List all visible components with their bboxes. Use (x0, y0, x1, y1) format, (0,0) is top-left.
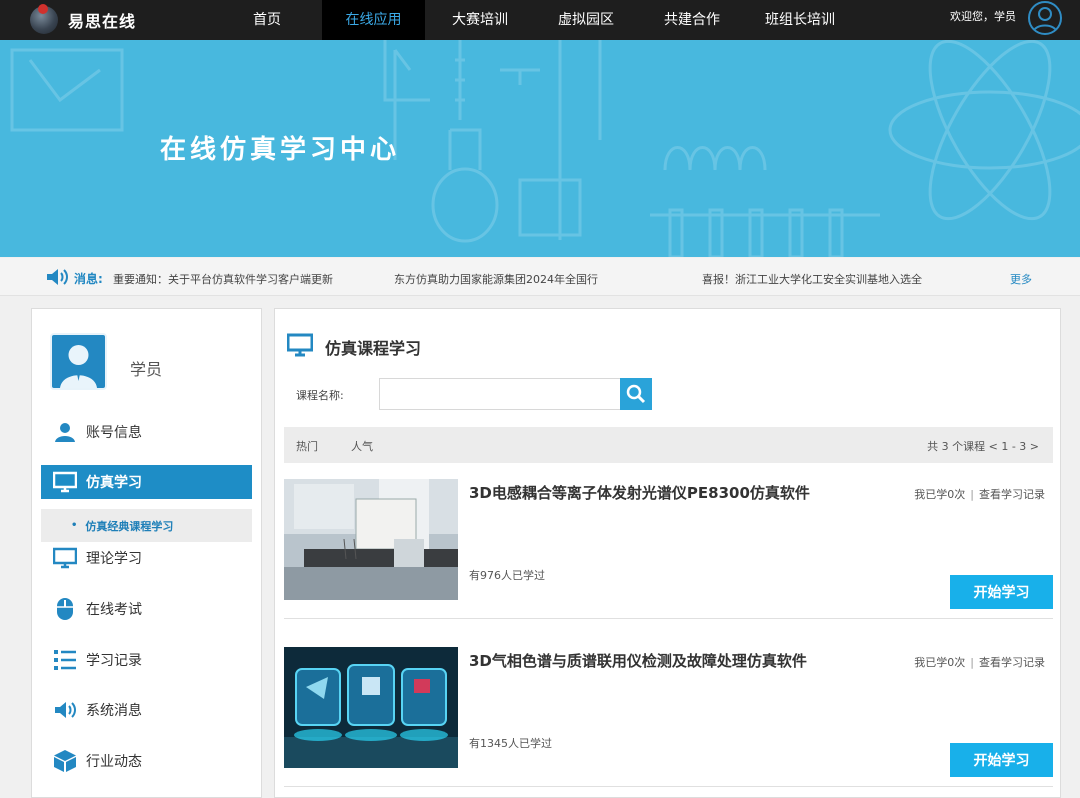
section-title: 仿真课程学习 (325, 339, 422, 358)
speaker-icon (52, 697, 78, 723)
meta-separator: | (970, 656, 974, 669)
start-learning-button[interactable]: 开始学习 (950, 743, 1053, 777)
course-search-input[interactable] (379, 378, 621, 410)
list-icon (52, 647, 78, 673)
welcome-text: 欢迎您，学员 (950, 10, 1016, 23)
monitor-icon (52, 469, 78, 495)
user-avatar-icon[interactable] (1028, 1, 1062, 35)
notice-label: 消息: (74, 272, 103, 286)
sidebar-user-name: 学员 (130, 360, 163, 379)
sidebar: 学员 账号信息 仿真学习 • 仿真经典课程学习 理论学习 在线考试 学习记录 系… (31, 308, 262, 798)
sidebar-item-label: 行业动态 (86, 754, 142, 770)
course-thumbnail[interactable] (284, 647, 458, 768)
main-content: 仿真课程学习 课程名称: 热门 人气 共 3 个课程 < 1 - 3 > 3D电… (274, 308, 1061, 798)
site-logo[interactable]: 易思在线 (30, 4, 136, 36)
cube-icon (52, 748, 78, 774)
sidebar-item-system-messages[interactable]: 系统消息 (41, 693, 252, 727)
user-avatar (50, 333, 107, 390)
course-meta: 我已学0次 | 查看学习记录 (914, 654, 1045, 670)
search-button[interactable] (620, 378, 652, 410)
meta-separator: | (970, 488, 974, 501)
nav-home[interactable]: 首页 (232, 0, 302, 40)
view-records-link[interactable]: 查看学习记录 (979, 488, 1045, 501)
sidebar-item-label: 理论学习 (86, 551, 142, 567)
logo-text: 易思在线 (68, 12, 137, 31)
notice-item[interactable]: 喜报！浙江工业大学化工安全实训基地入选全 (702, 271, 922, 287)
study-count-label: 我已学0次 (914, 656, 966, 669)
sidebar-item-label: 仿真学习 (86, 475, 142, 491)
pagination[interactable]: 共 3 个课程 < 1 - 3 > (927, 438, 1039, 454)
course-title[interactable]: 3D气相色谱与质谱联用仪检测及故障处理仿真软件 (469, 650, 807, 671)
course-thumbnail[interactable] (284, 479, 458, 600)
sidebar-item-industry-news[interactable]: 行业动态 (41, 744, 252, 778)
filter-bar: 热门 人气 共 3 个课程 < 1 - 3 > (284, 427, 1053, 463)
banner-title: 在线仿真学习中心 (160, 135, 401, 165)
section-header: 仿真课程学习 (286, 333, 422, 361)
nav-team-leader-training[interactable]: 班组长培训 (758, 0, 842, 40)
sidebar-subitem-label: 仿真经典课程学习 (85, 519, 174, 533)
user-icon (52, 419, 78, 445)
sidebar-item-simulation-learning[interactable]: 仿真学习 (41, 465, 252, 499)
nav-virtual-park[interactable]: 虚拟园区 (546, 0, 626, 40)
learner-count: 有976人已学过 (469, 569, 545, 582)
sidebar-item-label: 学习记录 (86, 653, 142, 669)
sidebar-item-label: 在线考试 (86, 602, 142, 618)
filter-tab-popular[interactable]: 人气 (351, 438, 373, 454)
learner-count: 有1345人已学过 (469, 737, 552, 750)
hero-banner: 在线仿真学习中心 (0, 40, 1080, 257)
nav-cooperation[interactable]: 共建合作 (652, 0, 732, 40)
monitor-icon (52, 545, 78, 571)
sidebar-item-label: 账号信息 (86, 425, 142, 441)
sidebar-item-account-info[interactable]: 账号信息 (41, 415, 252, 449)
sidebar-item-learning-records[interactable]: 学习记录 (41, 643, 252, 677)
start-learning-button[interactable]: 开始学习 (950, 575, 1053, 609)
nav-online-apps[interactable]: 在线应用 (322, 0, 425, 40)
notice-item[interactable]: 东方仿真助力国家能源集团2024年全国行 (394, 271, 598, 287)
course-card: 3D电感耦合等离子体发射光谱仪PE8300仿真软件 我已学0次 | 查看学习记录 有… (284, 479, 1053, 619)
course-title[interactable]: 3D电感耦合等离子体发射光谱仪PE8300仿真软件 (469, 482, 810, 503)
search-icon (626, 384, 646, 404)
sidebar-item-theory-learning[interactable]: 理论学习 (41, 541, 252, 575)
search-label: 课程名称: (296, 389, 344, 402)
notice-bar: 消息: 重要通知：关于平台仿真软件学习客户端更新 东方仿真助力国家能源集团202… (0, 258, 1080, 296)
notice-item[interactable]: 重要通知：关于平台仿真软件学习客户端更新 (113, 271, 333, 287)
sidebar-subitem-classic-courses[interactable]: • 仿真经典课程学习 (41, 509, 252, 542)
bullet-icon: • (71, 520, 78, 531)
mouse-icon (52, 596, 78, 622)
course-meta: 我已学0次 | 查看学习记录 (914, 486, 1045, 502)
sidebar-item-online-exam[interactable]: 在线考试 (41, 592, 252, 626)
course-card: 3D气相色谱与质谱联用仪检测及故障处理仿真软件 我已学0次 | 查看学习记录 有13… (284, 647, 1053, 787)
study-count-label: 我已学0次 (914, 488, 966, 501)
speaker-icon (45, 267, 69, 291)
nav-competition-training[interactable]: 大赛培训 (440, 0, 520, 40)
filter-tab-hot[interactable]: 热门 (296, 438, 318, 454)
logo-icon (30, 4, 58, 34)
view-records-link[interactable]: 查看学习记录 (979, 656, 1045, 669)
monitor-icon (286, 333, 314, 361)
sidebar-item-label: 系统消息 (86, 703, 142, 719)
top-navbar: 易思在线 首页 在线应用 大赛培训 虚拟园区 共建合作 班组长培训 欢迎您，学员 (0, 0, 1080, 40)
notice-more-link[interactable]: 更多 (1010, 271, 1032, 287)
